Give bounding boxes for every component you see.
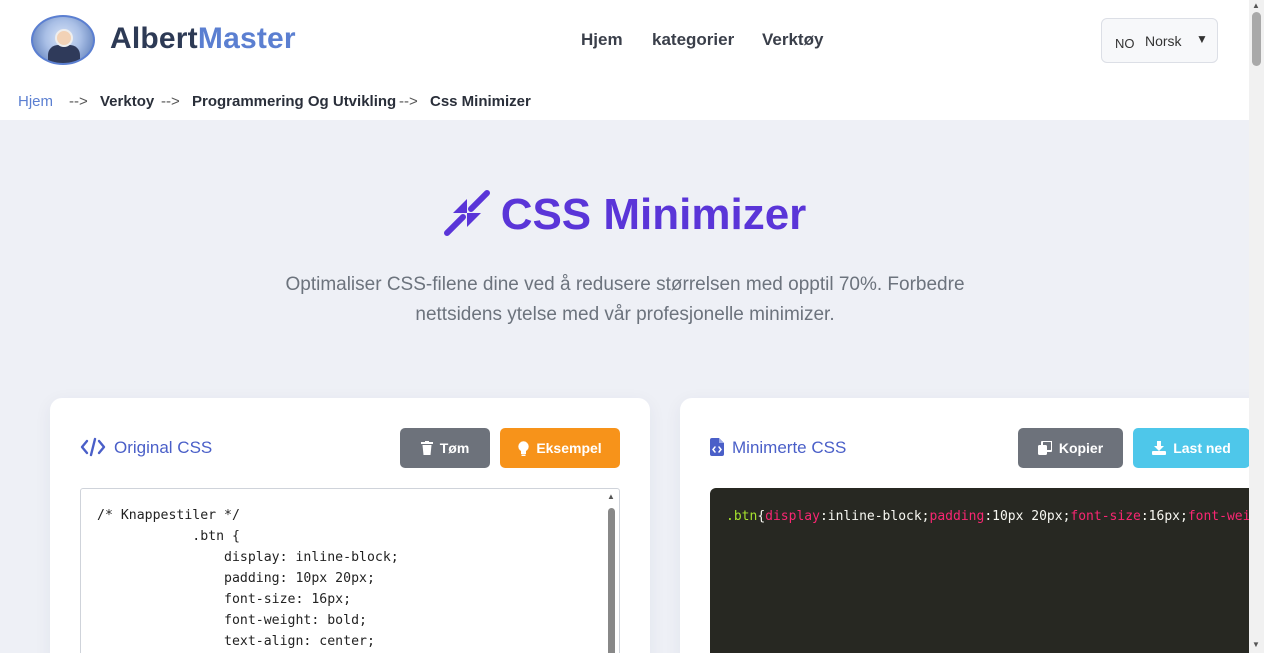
code-token: .btn: [726, 509, 758, 524]
minified-css-label: Minimerte CSS: [732, 438, 847, 457]
breadcrumb: Hjem --> Verktoy --> Programmering Og Ut…: [0, 80, 1249, 120]
site-header: AlbertMaster Hjem kategorier Verktøy NO …: [0, 0, 1249, 80]
language-name: Norsk: [1145, 33, 1182, 49]
breadcrumb-separator: -->: [161, 93, 180, 110]
copy-button[interactable]: Kopier: [1018, 428, 1123, 468]
example-button-label: Eksempel: [536, 440, 602, 456]
scroll-up-icon[interactable]: ▲: [607, 492, 615, 501]
language-select[interactable]: NO Norsk ▼: [1101, 18, 1218, 63]
clear-button[interactable]: Tøm: [400, 428, 490, 468]
brand-name[interactable]: AlbertMaster: [110, 22, 296, 56]
breadcrumb-tools[interactable]: Verktoy: [100, 93, 154, 110]
code-token: display: [765, 509, 820, 524]
example-button[interactable]: Eksempel: [500, 428, 620, 468]
page-title: CSS Minimizer: [0, 190, 1249, 241]
breadcrumb-separator: -->: [69, 93, 88, 110]
logo-image[interactable]: [31, 15, 95, 65]
code-token: :10px 20px;: [984, 509, 1071, 524]
minified-css-output[interactable]: .btn{display:inline-block;padding:10px 2…: [710, 488, 1264, 653]
minified-css-code: .btn{display:inline-block;padding:10px 2…: [726, 509, 1264, 524]
code-token: padding: [929, 509, 985, 524]
download-icon: [1152, 441, 1167, 455]
nav-tools[interactable]: Verktøy: [762, 30, 823, 50]
css-input-textarea[interactable]: /* Knappestiler */ .btn { display: inlin…: [80, 488, 620, 653]
page-scrollbar[interactable]: ▲ ▼: [1249, 0, 1264, 653]
page-subtitle: Optimaliser CSS-filene dine ved å reduse…: [285, 274, 965, 325]
css-input-value: /* Knappestiler */ .btn { display: inlin…: [97, 508, 399, 649]
chevron-down-icon: ▼: [1196, 32, 1208, 46]
breadcrumb-category[interactable]: Programmering Og Utvikling: [192, 93, 396, 110]
compress-arrows-icon: [443, 190, 490, 237]
code-token: font-size: [1070, 509, 1141, 524]
code-token: :16px;: [1140, 509, 1188, 524]
breadcrumb-separator: -->: [399, 93, 418, 110]
textarea-scrollbar[interactable]: ▲: [607, 492, 616, 653]
original-css-label: Original CSS: [114, 438, 213, 457]
scroll-up-icon[interactable]: ▲: [1252, 1, 1260, 10]
lightbulb-icon: [518, 440, 530, 456]
download-button[interactable]: Last ned: [1133, 428, 1250, 468]
original-css-title: Original CSS: [80, 437, 213, 459]
minified-css-card: Minimerte CSS Kopier Last ned .btn{displ…: [680, 398, 1264, 653]
nav-home[interactable]: Hjem: [581, 30, 623, 50]
original-css-card: Original CSS Tøm Eksempel /* Knappestile…: [50, 398, 650, 653]
page-title-text: CSS Minimizer: [500, 190, 807, 239]
trash-icon: [420, 441, 433, 455]
code-token: :inline-block;: [819, 509, 930, 524]
download-button-label: Last ned: [1173, 440, 1231, 456]
copy-icon: [1037, 441, 1052, 455]
copy-button-label: Kopier: [1058, 440, 1104, 456]
scroll-down-icon[interactable]: ▼: [1252, 640, 1260, 649]
breadcrumb-home[interactable]: Hjem: [18, 93, 53, 110]
minified-css-title: Minimerte CSS: [710, 437, 847, 458]
nav-categories[interactable]: kategorier: [652, 30, 734, 50]
brand-part-2: Master: [197, 22, 296, 55]
brand-part-1: Albert: [110, 22, 198, 55]
page-scroll-thumb[interactable]: [1252, 12, 1261, 66]
language-code: NO: [1115, 36, 1135, 51]
code-icon: [80, 437, 106, 456]
code-token: {: [757, 509, 766, 524]
textarea-scroll-thumb[interactable]: [608, 508, 615, 653]
code-file-icon: [710, 437, 724, 456]
breadcrumb-current: Css Minimizer: [430, 93, 531, 110]
clear-button-label: Tøm: [439, 440, 470, 456]
